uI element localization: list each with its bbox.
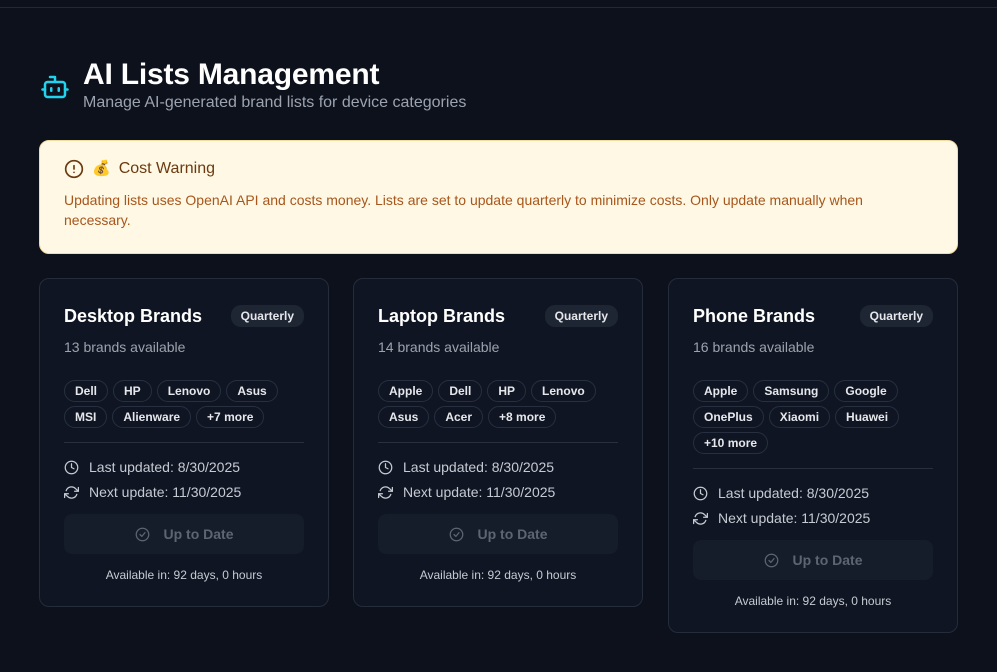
refresh-icon — [693, 511, 708, 525]
clock-icon — [378, 460, 393, 474]
warning-title: Cost Warning — [118, 160, 216, 177]
brand-chip: Asus — [226, 380, 278, 402]
more-brands-chip: +10 more — [693, 432, 769, 454]
button-label: Up to Date — [477, 526, 548, 542]
up-to-date-button[interactable]: Up to Date — [64, 514, 304, 554]
check-circle-icon — [135, 527, 149, 541]
card-title: Phone Brands — [693, 305, 816, 326]
next-update-text: Next update: 11/30/2025 — [718, 510, 871, 526]
last-updated-row: Last updated: 8/30/2025 — [693, 485, 933, 501]
brand-chip-list: Dell HP Lenovo Asus MSI Alienware +7 mor… — [64, 380, 304, 428]
clock-icon — [64, 460, 79, 474]
warning-text: Updating lists uses OpenAI API and costs… — [64, 192, 863, 228]
last-updated-text: Last updated: 8/30/2025 — [718, 485, 870, 501]
card-title: Laptop Brands — [378, 305, 506, 326]
brand-card-phone: Phone Brands Quarterly 16 brands availab… — [668, 278, 958, 633]
up-to-date-button[interactable]: Up to Date — [378, 514, 618, 554]
check-circle-icon — [449, 527, 463, 541]
page-title: AI Lists Management — [83, 58, 380, 91]
brand-chip: HP — [113, 380, 152, 402]
brand-chip-list: Apple Samsung Google OnePlus Xiaomi Huaw… — [693, 380, 933, 454]
refresh-icon — [64, 485, 79, 499]
more-brands-chip: +8 more — [488, 406, 557, 428]
page-header: AI Lists Management Manage AI-generated … — [40, 58, 466, 112]
cost-warning-banner: 💰 Cost Warning Updating lists uses OpenA… — [39, 140, 958, 254]
frequency-badge: Quarterly — [859, 305, 933, 327]
more-brands-chip: +7 more — [196, 406, 265, 428]
brand-chip: Xiaomi — [768, 406, 831, 428]
brand-chip: Asus — [378, 406, 430, 428]
next-update-row: Next update: 11/30/2025 — [693, 510, 933, 526]
robot-icon — [41, 75, 69, 99]
up-to-date-button[interactable]: Up to Date — [693, 540, 933, 580]
divider — [64, 442, 304, 443]
brand-chip: Google — [834, 380, 898, 402]
availability-text: Available in: 92 days, 0 hours — [105, 568, 263, 582]
last-updated-row: Last updated: 8/30/2025 — [64, 459, 304, 475]
brand-chip: Dell — [64, 380, 109, 402]
brand-chip: OnePlus — [693, 406, 764, 428]
button-label: Up to Date — [163, 526, 234, 542]
brand-card-laptop: Laptop Brands Quarterly 14 brands availa… — [353, 278, 643, 607]
brand-chip: Lenovo — [156, 380, 222, 402]
brand-chip: Samsung — [753, 380, 830, 402]
last-updated-text: Last updated: 8/30/2025 — [89, 459, 241, 475]
button-label: Up to Date — [792, 552, 863, 568]
alert-circle-icon — [64, 159, 84, 179]
page-subtitle: Manage AI-generated brand lists for devi… — [83, 94, 467, 111]
divider — [378, 442, 618, 443]
money-bag-icon: 💰 — [92, 160, 111, 177]
brand-chip: Huawei — [835, 406, 900, 428]
brand-count: 14 brands available — [378, 339, 500, 355]
last-updated-text: Last updated: 8/30/2025 — [403, 459, 555, 475]
last-updated-row: Last updated: 8/30/2025 — [378, 459, 618, 475]
check-circle-icon — [764, 553, 778, 567]
divider — [693, 468, 933, 469]
next-update-text: Next update: 11/30/2025 — [403, 484, 556, 500]
frequency-badge: Quarterly — [230, 305, 304, 327]
brand-chip: HP — [487, 380, 527, 402]
brand-chip-list: Apple Dell HP Lenovo Asus Acer +8 more — [378, 380, 618, 428]
brand-card-desktop: Desktop Brands Quarterly 13 brands avail… — [39, 278, 329, 607]
brand-chip: Dell — [438, 380, 483, 402]
refresh-icon — [378, 485, 393, 499]
availability-text: Available in: 92 days, 0 hours — [734, 594, 892, 608]
frequency-badge: Quarterly — [544, 305, 618, 327]
brand-count: 13 brands available — [64, 339, 186, 355]
brand-chip: Lenovo — [531, 380, 596, 402]
next-update-text: Next update: 11/30/2025 — [89, 484, 242, 500]
brand-chip: Alienware — [112, 406, 192, 428]
top-bar — [0, 0, 997, 8]
brand-count: 16 brands available — [693, 339, 815, 355]
availability-text: Available in: 92 days, 0 hours — [419, 568, 577, 582]
brand-chip: Acer — [434, 406, 484, 428]
clock-icon — [693, 486, 708, 500]
card-title: Desktop Brands — [64, 305, 203, 326]
next-update-row: Next update: 11/30/2025 — [64, 484, 304, 500]
next-update-row: Next update: 11/30/2025 — [378, 484, 618, 500]
brand-chip: Apple — [693, 380, 749, 402]
brand-chip: MSI — [64, 406, 108, 428]
brand-chip: Apple — [378, 380, 434, 402]
